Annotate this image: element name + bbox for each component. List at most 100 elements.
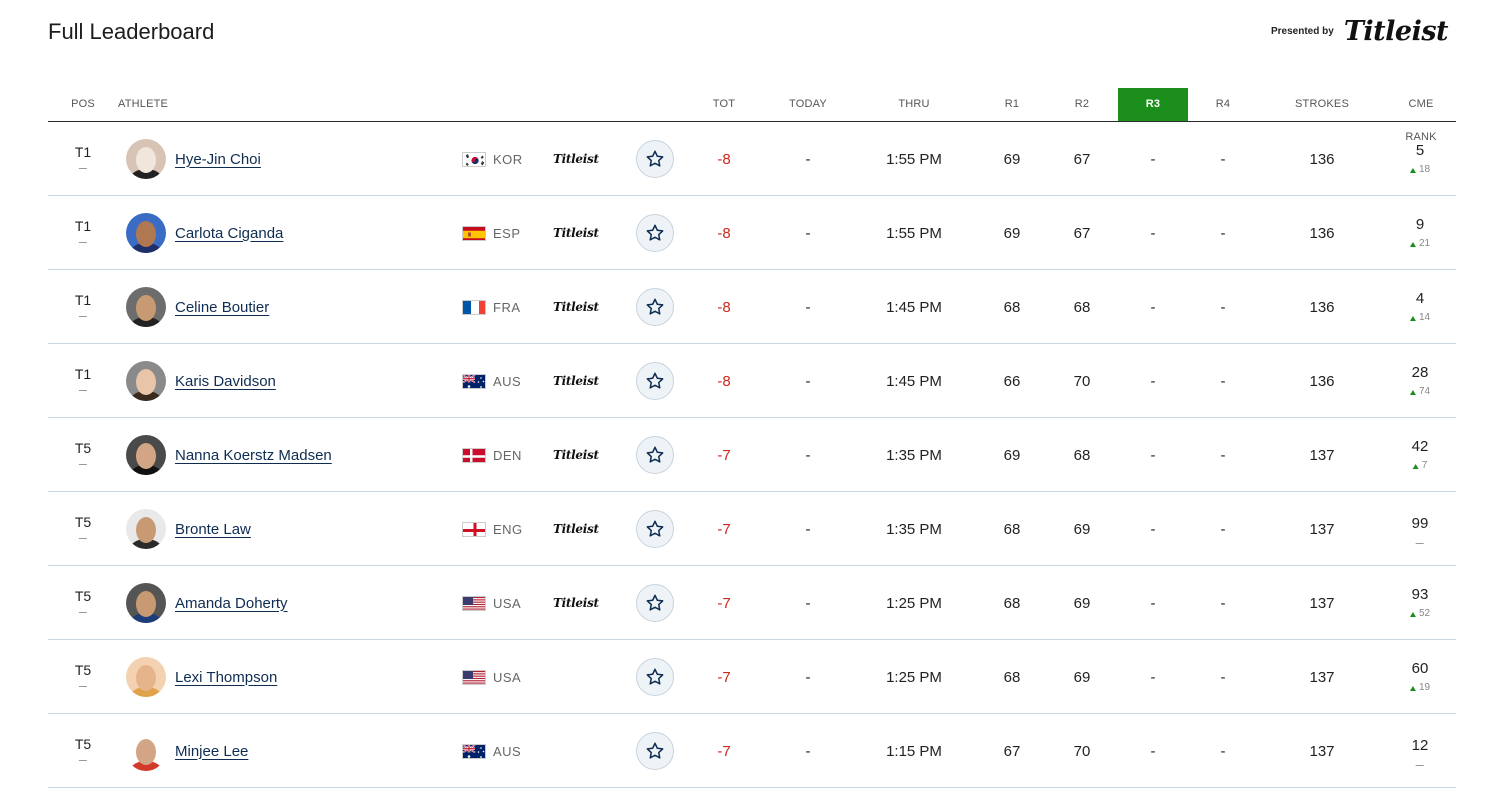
avatar-face-shape (136, 369, 156, 395)
total-strokes: 137 (1309, 668, 1335, 686)
player-name-link[interactable]: Lexi Thompson (175, 640, 277, 714)
player-name-link[interactable]: Amanda Doherty (175, 566, 288, 640)
player-name-link[interactable]: Celine Boutier (175, 270, 269, 344)
favorite-star-button[interactable] (636, 732, 674, 770)
avatar-face-shape (136, 591, 156, 617)
total-strokes: 137 (1309, 594, 1335, 612)
cme-rank: 28 (1411, 364, 1429, 381)
col-tot[interactable]: TOT (713, 88, 735, 121)
col-today[interactable]: TODAY (789, 88, 827, 121)
round-4-score: - (1220, 594, 1226, 612)
cme-rank-change: 21 (1409, 238, 1430, 250)
country-code: DEN (493, 447, 522, 463)
cme-rank-cell: 5 18 (1409, 122, 1431, 196)
total-strokes: 136 (1309, 150, 1335, 168)
round-2-score: 67 (1073, 150, 1091, 168)
cme-rank: 5 (1415, 142, 1425, 159)
table-row[interactable]: T5 Lexi Thompson USA -7 - 1:25 PM 68 69 … (48, 640, 1456, 714)
position: T1 (74, 218, 92, 234)
equipment-brand-logo: Titleist (553, 448, 599, 462)
col-strokes[interactable]: STROKES (1295, 88, 1349, 121)
player-avatar[interactable] (126, 583, 166, 623)
thru-time: 1:25 PM (886, 594, 942, 612)
player-name-link[interactable]: Bronte Law (175, 492, 251, 566)
player-avatar[interactable] (126, 213, 166, 253)
table-row[interactable]: T5 Amanda Doherty USA Titleist -7 - 1:25… (48, 566, 1456, 640)
cme-rank-change: 14 (1409, 312, 1431, 324)
player-avatar[interactable] (126, 287, 166, 327)
col-r4[interactable]: R4 (1216, 88, 1230, 121)
favorite-star-button[interactable] (636, 362, 674, 400)
cme-rank-change-value: 74 (1418, 386, 1431, 397)
star-icon (645, 519, 665, 539)
position-cell: T1 (75, 144, 91, 169)
favorite-star-button[interactable] (636, 584, 674, 622)
cme-rank-change-value: 14 (1418, 312, 1431, 323)
table-header: POS ATHLETE TOT TODAY THRU R1 R2 R3 R4 S… (48, 88, 1456, 143)
player-name-link[interactable]: Hye-Jin Choi (175, 122, 261, 196)
cme-rank-change: 52 (1409, 608, 1430, 620)
equipment-brand-logo: Titleist (553, 596, 599, 610)
leaderboard-header: Full Leaderboard Presented by Titleist (48, 0, 1456, 64)
avatar-face-shape (136, 443, 156, 469)
arrow-up-icon (1409, 315, 1416, 321)
player-name-link[interactable]: Karis Davidson (175, 344, 276, 418)
total-strokes: 136 (1309, 298, 1335, 316)
today-score: - (805, 668, 811, 686)
favorite-star-button[interactable] (636, 658, 674, 696)
arrow-up-icon (1409, 611, 1416, 617)
table-row[interactable]: T1 Karis Davidson AUS Titleist -8 - 1:45… (48, 344, 1456, 418)
avatar-face-shape (136, 739, 156, 765)
col-cme-rank[interactable]: CME RANK (1404, 88, 1439, 143)
table-row[interactable]: T5 Minjee Lee AUS -7 - 1:15 PM 67 70 - -… (48, 714, 1456, 788)
cme-rank-cell: 4 14 (1409, 270, 1431, 344)
col-r3-active[interactable]: R3 (1118, 88, 1188, 121)
thru-time: 1:55 PM (886, 224, 942, 242)
round-3-score: - (1150, 446, 1156, 464)
sponsor-logo[interactable]: Titleist (1344, 18, 1449, 45)
player-avatar[interactable] (126, 361, 166, 401)
round-4-score: - (1220, 520, 1226, 538)
table-row[interactable]: T1 Hye-Jin Choi KOR Titleist -8 - 1:55 P… (48, 122, 1456, 196)
col-r2[interactable]: R2 (1075, 88, 1089, 121)
cme-rank-change: 74 (1409, 386, 1431, 398)
thru-time: 1:35 PM (886, 446, 942, 464)
position-change-none (79, 316, 87, 317)
col-thru[interactable]: THRU (898, 88, 929, 121)
cme-rank-cell: 28 74 (1409, 344, 1431, 418)
country-flag-icon (462, 226, 486, 241)
favorite-star-button[interactable] (636, 140, 674, 178)
player-avatar[interactable] (126, 509, 166, 549)
player-avatar[interactable] (126, 139, 166, 179)
round-3-score: - (1150, 372, 1156, 390)
cme-rank-change-value: 18 (1418, 164, 1431, 175)
position: T1 (74, 292, 92, 308)
total-score: -7 (717, 742, 731, 760)
table-row[interactable]: T1 Celine Boutier FRA Titleist -8 - 1:45… (48, 270, 1456, 344)
player-avatar[interactable] (126, 435, 166, 475)
favorite-star-button[interactable] (636, 288, 674, 326)
player-name-link[interactable]: Minjee Lee (175, 714, 248, 788)
position-change-none (79, 168, 87, 169)
presented-by-label: Presented by (1271, 26, 1334, 37)
favorite-star-button[interactable] (636, 510, 674, 548)
round-2-score: 68 (1073, 446, 1091, 464)
player-name-link[interactable]: Nanna Koerstz Madsen (175, 418, 332, 492)
round-2-score: 67 (1073, 224, 1091, 242)
avatar-face-shape (136, 147, 156, 173)
country-flag-icon (462, 744, 486, 759)
table-row[interactable]: T5 Nanna Koerstz Madsen DEN Titleist -7 … (48, 418, 1456, 492)
favorite-star-button[interactable] (636, 214, 674, 252)
player-name-link[interactable]: Carlota Ciganda (175, 196, 283, 270)
favorite-star-button[interactable] (636, 436, 674, 474)
position-change-none (79, 464, 87, 465)
table-row[interactable]: T1 Carlota Ciganda ESP Titleist -8 - 1:5… (48, 196, 1456, 270)
thru-time: 1:25 PM (886, 668, 942, 686)
cme-rank-change-value: 19 (1418, 682, 1431, 693)
country-flag-icon (462, 152, 486, 167)
cme-rank: 42 (1411, 438, 1429, 455)
player-avatar[interactable] (126, 731, 166, 771)
table-row[interactable]: T5 Bronte Law ENG Titleist -7 - 1:35 PM … (48, 492, 1456, 566)
player-avatar[interactable] (126, 657, 166, 697)
col-r1[interactable]: R1 (1005, 88, 1019, 121)
